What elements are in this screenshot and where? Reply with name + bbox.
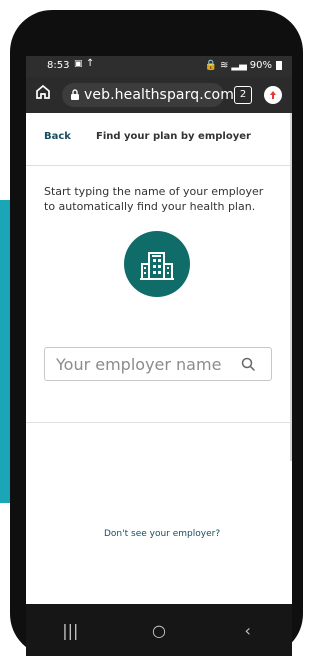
search-icon[interactable] xyxy=(240,356,256,372)
android-home-button[interactable]: ○ xyxy=(142,616,176,644)
status-time: 8:53 xyxy=(47,60,70,71)
upload-button[interactable] xyxy=(264,86,282,104)
signal-icon: ▂▄ xyxy=(231,60,247,71)
page-scrollbar[interactable] xyxy=(290,113,292,461)
tab-count-button[interactable]: 2 xyxy=(234,86,252,104)
home-icon xyxy=(36,84,50,99)
url-text: veb.healthsparq.com xyxy=(84,87,234,103)
intro-text: Start typing the name of your employer t… xyxy=(44,185,264,213)
screenshot-stage: 8:53 ▣ ↑ 🔒 ≋ ▂▄ 90% veb.healthsparq.com … xyxy=(0,0,303,656)
lock-icon: 🔒 xyxy=(204,60,217,71)
battery-icon xyxy=(276,61,282,70)
image-icon: ▣ xyxy=(74,59,83,69)
browser-address-bar: veb.healthsparq.com 2 xyxy=(26,77,292,113)
recent-apps-icon: ||| xyxy=(62,620,79,640)
url-field[interactable]: veb.healthsparq.com xyxy=(62,83,234,107)
missing-employer-link[interactable]: Don't see your employer? xyxy=(104,529,220,539)
page-title: Find your plan by employer xyxy=(96,131,251,142)
phone-screen: 8:53 ▣ ↑ 🔒 ≋ ▂▄ 90% veb.healthsparq.com … xyxy=(26,56,292,656)
android-home-icon: ○ xyxy=(152,620,166,640)
employer-search-box[interactable] xyxy=(44,347,272,381)
wifi-icon: ≋ xyxy=(219,60,229,71)
back-link[interactable]: Back xyxy=(44,131,71,142)
android-back-icon: ‹ xyxy=(244,620,251,640)
home-button[interactable] xyxy=(34,83,52,101)
status-bar: 8:53 ▣ ↑ 🔒 ≋ ▂▄ 90% xyxy=(26,56,292,77)
page-content: Back Find your plan by employer Start ty… xyxy=(26,113,292,604)
status-right-icons: 🔒 ≋ ▂▄ 90% xyxy=(205,60,282,71)
upload-icon: ↑ xyxy=(86,58,95,69)
secure-lock-icon xyxy=(70,88,80,102)
employer-building-icon xyxy=(124,231,190,297)
android-navigation-bar: ||| ○ ‹ xyxy=(26,604,292,656)
upload-arrow-icon xyxy=(270,91,276,99)
battery-percent: 90% xyxy=(249,60,272,71)
android-back-button[interactable]: ‹ xyxy=(231,616,265,644)
recent-apps-button[interactable]: ||| xyxy=(53,616,87,644)
employer-search-input[interactable] xyxy=(56,354,234,374)
page-header: Back Find your plan by employer xyxy=(26,113,292,166)
section-divider xyxy=(26,422,292,423)
